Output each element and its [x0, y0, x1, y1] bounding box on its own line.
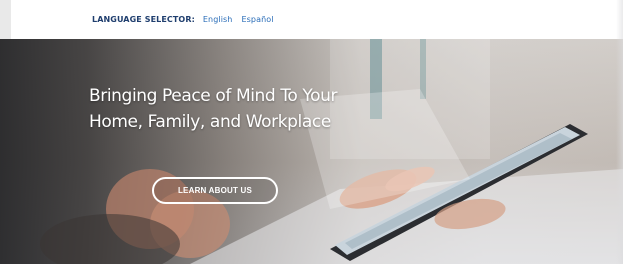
right-edge-shadow — [616, 0, 623, 264]
hero-headline-line-1: Bringing Peace of Mind To Your — [89, 86, 338, 106]
learn-about-us-button[interactable]: LEARN ABOUT US — [152, 177, 278, 204]
language-selector-label: LANGUAGE SELECTOR: — [92, 15, 195, 24]
language-option-english[interactable]: English — [203, 15, 233, 24]
hero-headline: Bringing Peace of Mind To Your Home, Fam… — [89, 83, 338, 135]
hero-headline-line-2: Home, Family, and Workplace — [89, 112, 331, 132]
hero-photo-illustration — [40, 39, 623, 264]
page: LANGUAGE SELECTOR: English Español Bring… — [0, 0, 623, 264]
hero-banner: Bringing Peace of Mind To Your Home, Fam… — [0, 39, 623, 264]
language-selector-bar: LANGUAGE SELECTOR: English Español — [11, 0, 623, 39]
language-option-espanol[interactable]: Español — [241, 15, 273, 24]
